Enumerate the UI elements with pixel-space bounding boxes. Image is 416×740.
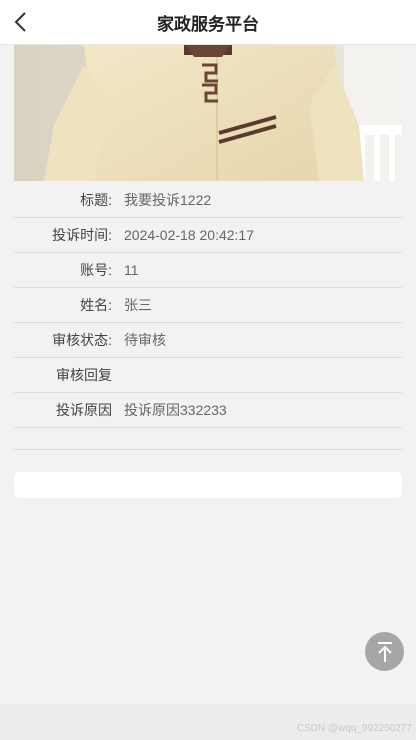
back-to-top-button[interactable] xyxy=(365,632,404,671)
detail-row-title: 标题: 我要投诉1222 xyxy=(14,183,402,218)
status-label: 审核状态: xyxy=(52,332,112,348)
time-value: 2024-02-18 20:42:17 xyxy=(124,227,254,243)
app-header: 家政服务平台 xyxy=(0,0,416,45)
time-label: 投诉时间: xyxy=(52,227,112,243)
back-button[interactable] xyxy=(6,6,36,38)
service-image xyxy=(14,45,402,181)
page: 家政服务平台 标题: 我要投诉1222 投诉时间: 2024-02-18 20:… xyxy=(0,0,416,740)
account-value: 11 xyxy=(124,262,139,278)
status-value: 待审核 xyxy=(124,332,166,348)
complaint-details: 标题: 我要投诉1222 投诉时间: 2024-02-18 20:42:17 账… xyxy=(14,183,402,450)
reply-label: 审核回复 xyxy=(56,367,112,383)
detail-divider xyxy=(14,428,402,450)
detail-row-time: 投诉时间: 2024-02-18 20:42:17 xyxy=(14,218,402,253)
reason-value: 投诉原因332233 xyxy=(124,402,227,418)
footer-bar: CSDN @wqq_992250277 xyxy=(0,704,416,740)
name-label: 姓名: xyxy=(80,297,112,313)
title-label: 标题: xyxy=(80,192,112,208)
detail-row-reason: 投诉原因 投诉原因332233 xyxy=(14,393,402,428)
chevron-left-icon xyxy=(14,12,26,32)
page-title: 家政服务平台 xyxy=(157,14,259,34)
watermark-text: CSDN @wqq_992250277 xyxy=(296,723,412,734)
detail-row-name: 姓名: 张三 xyxy=(14,288,402,323)
content-card xyxy=(14,472,402,498)
detail-row-status: 审核状态: 待审核 xyxy=(14,323,402,358)
title-value: 我要投诉1222 xyxy=(124,192,212,208)
detail-row-account: 账号: 11 xyxy=(14,253,402,288)
reason-label: 投诉原因 xyxy=(56,402,112,418)
arrow-up-icon xyxy=(377,641,392,662)
name-value: 张三 xyxy=(124,297,152,313)
account-label: 账号: xyxy=(80,262,112,278)
detail-row-reply: 审核回复 xyxy=(14,358,402,393)
